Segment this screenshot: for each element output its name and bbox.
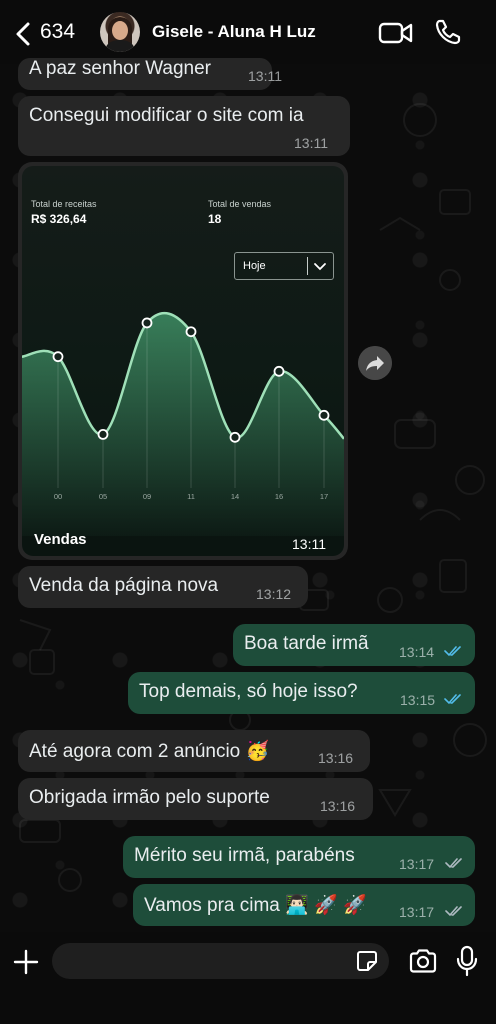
back-chevron-icon[interactable] <box>12 20 36 48</box>
message-bubble-outgoing[interactable]: Top demais, só hoje isso? 13:15 <box>128 672 475 714</box>
message-bubble-outgoing[interactable]: Boa tarde irmã 13:14 <box>233 624 475 666</box>
message-bubble-incoming[interactable]: Consegui modificar o site com ia 13:11 <box>18 96 350 156</box>
x-tick-label: 05 <box>99 492 107 501</box>
read-ticks-icon <box>444 646 461 657</box>
delivered-ticks-icon <box>445 858 462 869</box>
message-time: 13:14 <box>399 644 435 660</box>
media-caption: Vendas <box>34 531 87 548</box>
x-tick-label: 11 <box>187 492 195 501</box>
media-message[interactable]: Total de receitas R$ 326,64 Total de ven… <box>18 162 348 560</box>
message-bubble-incoming[interactable]: Obrigada irmão pelo suporte 13:16 <box>18 778 373 820</box>
message-text: Mérito seu irmã, parabéns <box>134 845 355 866</box>
mic-icon[interactable] <box>456 945 478 977</box>
chart-point-16 <box>273 365 285 377</box>
sales-area-chart: 00 05 09 11 14 16 17 <box>22 311 344 536</box>
message-input[interactable] <box>52 943 389 979</box>
camera-icon[interactable] <box>408 947 438 975</box>
video-call-icon[interactable] <box>378 20 414 46</box>
phone-icon[interactable] <box>434 18 462 46</box>
chart-area-fill <box>22 313 344 536</box>
message-time: 13:11 <box>248 68 282 84</box>
unread-count[interactable]: 634 <box>40 20 75 44</box>
message-time: 13:17 <box>399 856 435 872</box>
chart-point-11 <box>185 326 197 338</box>
dashboard-screenshot[interactable]: Total de receitas R$ 326,64 Total de ven… <box>22 166 344 556</box>
message-bubble-outgoing[interactable]: Mérito seu irmã, parabéns 13:17 <box>123 836 475 878</box>
chart-point-09 <box>141 317 153 329</box>
avatar[interactable] <box>100 12 140 52</box>
chat-header: 634 Gisele - Aluna H Luz <box>0 0 496 64</box>
avatar-body <box>106 40 134 52</box>
chart-point-00 <box>52 351 64 363</box>
read-ticks-icon <box>444 694 461 705</box>
x-tick-label: 09 <box>143 492 151 501</box>
media-time: 13:11 <box>292 536 326 552</box>
chart-point-17 <box>318 409 330 421</box>
message-text: Até agora com 2 anúncio 🥳 <box>29 741 270 762</box>
message-time: 13:15 <box>400 692 436 708</box>
forward-icon[interactable] <box>358 346 392 380</box>
message-time: 13:16 <box>318 750 354 766</box>
message-text: Vamos pra cima 👨🏻‍💻 🚀 🚀 <box>144 895 367 916</box>
message-bubble-incoming[interactable]: Até agora com 2 anúncio 🥳 13:16 <box>18 730 370 772</box>
message-text: Top demais, só hoje isso? <box>139 681 358 702</box>
message-text: Consegui modificar o site com ia <box>29 105 304 126</box>
message-bubble-incoming[interactable]: A paz senhor Wagner 13:11 <box>18 58 282 90</box>
contact-name[interactable]: Gisele - Aluna H Luz <box>152 22 316 42</box>
avatar-face <box>112 21 128 40</box>
message-time: 13:12 <box>256 586 292 602</box>
plus-icon[interactable] <box>12 948 40 976</box>
message-text: Boa tarde irmã <box>244 633 369 654</box>
message-text: Venda da página nova <box>29 575 219 596</box>
chart-point-05 <box>97 428 109 440</box>
x-tick-label: 17 <box>320 492 328 501</box>
x-tick-label: 00 <box>54 492 62 501</box>
message-text: A paz senhor Wagner <box>29 58 212 79</box>
delivered-ticks-icon <box>445 906 462 917</box>
message-bubble-incoming[interactable]: Venda da página nova 13:12 <box>18 566 308 608</box>
message-time: 13:16 <box>320 798 356 814</box>
sticker-icon[interactable] <box>356 950 378 972</box>
message-bubble-outgoing[interactable]: Vamos pra cima 👨🏻‍💻 🚀 🚀 13:17 <box>133 884 475 926</box>
message-text: Obrigada irmão pelo suporte <box>29 787 270 808</box>
chart-point-14 <box>229 431 241 443</box>
x-tick-label: 16 <box>275 492 283 501</box>
x-tick-label: 14 <box>231 492 239 501</box>
composer-bar <box>0 932 496 1024</box>
message-time: 13:17 <box>399 904 435 920</box>
message-time: 13:11 <box>294 135 328 151</box>
